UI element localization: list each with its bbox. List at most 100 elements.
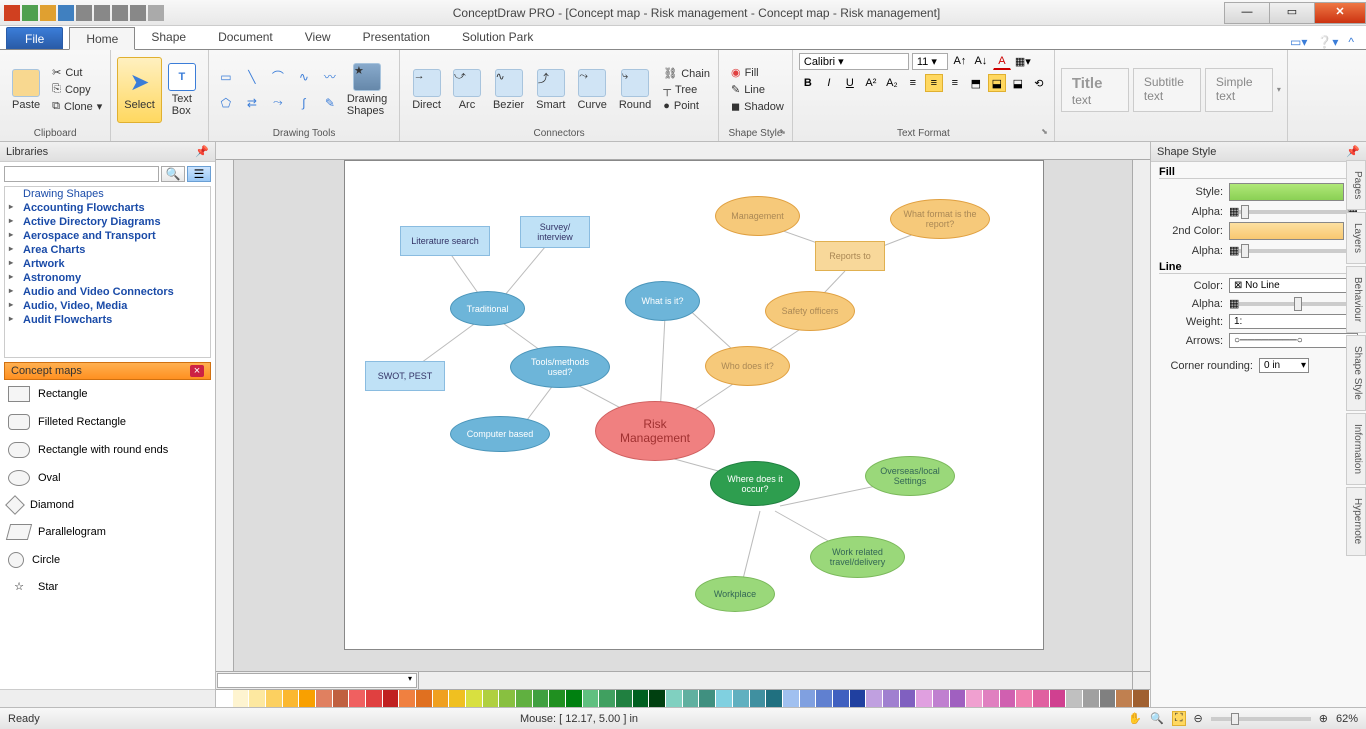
qat-undo-icon[interactable]	[76, 5, 92, 21]
tab-presentation[interactable]: Presentation	[347, 26, 446, 49]
lib-item[interactable]: Aerospace and Transport	[5, 229, 210, 243]
subscript-button[interactable]: A₂	[883, 74, 901, 92]
palette-color[interactable]	[283, 690, 300, 707]
node-survey[interactable]: Survey/ interview	[520, 216, 590, 248]
palette-color[interactable]	[766, 690, 783, 707]
qat-print-icon[interactable]	[112, 5, 128, 21]
paste-button[interactable]: Paste	[6, 57, 46, 123]
palette-color[interactable]	[933, 690, 950, 707]
round-button[interactable]: ⤷Round	[613, 57, 657, 123]
node-overseas[interactable]: Overseas/local Settings	[865, 456, 955, 496]
shrink-font-icon[interactable]: A↓	[972, 52, 990, 70]
font-color-icon[interactable]: A	[993, 52, 1011, 70]
clone-button[interactable]: ⧉Clone▾	[50, 99, 104, 114]
canvas-paper[interactable]: Literature search Survey/ interview Mana…	[344, 160, 1044, 650]
palette-color[interactable]	[816, 690, 833, 707]
lib-item[interactable]: Audio and Video Connectors	[5, 285, 210, 299]
shape-circle[interactable]: Circle	[4, 546, 211, 574]
palette-color[interactable]	[716, 690, 733, 707]
qat-open-icon[interactable]	[40, 5, 56, 21]
palette-color[interactable]	[366, 690, 383, 707]
node-management[interactable]: Management	[715, 196, 800, 236]
palette-color[interactable]	[599, 690, 616, 707]
lib-item[interactable]: Audit Flowcharts	[5, 313, 210, 327]
palette-color[interactable]	[1066, 690, 1083, 707]
tool-pen-icon[interactable]: ✎	[319, 92, 341, 114]
preset-simple[interactable]: Simpletext	[1205, 68, 1273, 112]
node-tools[interactable]: Tools/methods used?	[510, 346, 610, 388]
grow-font-icon[interactable]: A↑	[951, 52, 969, 70]
fit-page-icon[interactable]: ⛶	[1172, 711, 1186, 726]
left-scrollbar[interactable]	[0, 689, 215, 707]
text-direction-icon[interactable]: ⟲	[1030, 74, 1048, 92]
node-format[interactable]: What format is the report?	[890, 199, 990, 239]
palette-color[interactable]	[683, 690, 700, 707]
node-workplace[interactable]: Workplace	[695, 576, 775, 612]
palette-color[interactable]	[266, 690, 283, 707]
node-computer[interactable]: Computer based	[450, 416, 550, 452]
pin-icon[interactable]: 📌	[195, 145, 209, 158]
tool-rect-icon[interactable]: ▭	[215, 66, 237, 88]
expand-icon[interactable]: ⬊	[779, 127, 786, 136]
palette-color[interactable]	[900, 690, 917, 707]
line-button[interactable]: ✎Line	[729, 82, 786, 97]
smart-button[interactable]: ⤴Smart	[530, 57, 571, 123]
palette-color[interactable]	[666, 690, 683, 707]
palette-color[interactable]	[916, 690, 933, 707]
curve-button[interactable]: ⤳Curve	[571, 57, 612, 123]
palette-color[interactable]	[549, 690, 566, 707]
palette-color[interactable]	[616, 690, 633, 707]
preset-subtitle[interactable]: Subtitletext	[1133, 68, 1201, 112]
palette-color[interactable]	[733, 690, 750, 707]
line-arrows-select[interactable]: ○────────○	[1229, 333, 1358, 348]
node-literature[interactable]: Literature search	[400, 226, 490, 256]
second-color-swatch[interactable]	[1229, 222, 1344, 240]
palette-color[interactable]	[583, 690, 600, 707]
palette-color[interactable]	[416, 690, 433, 707]
copy-button[interactable]: ⎘Copy	[50, 82, 104, 97]
palette-color[interactable]	[299, 690, 316, 707]
palette-color[interactable]	[533, 690, 550, 707]
palette-color[interactable]	[1000, 690, 1017, 707]
palette-color[interactable]	[833, 690, 850, 707]
drawing-shapes-button[interactable]: ★Drawing Shapes	[341, 57, 393, 123]
palette-color[interactable]	[783, 690, 800, 707]
bezier-button[interactable]: ∿Bezier	[487, 57, 530, 123]
shape-diamond[interactable]: Diamond	[4, 492, 211, 518]
palette-color[interactable]	[216, 690, 233, 707]
palette-color[interactable]	[850, 690, 867, 707]
preset-title[interactable]: Titletext	[1061, 68, 1129, 112]
fill-alpha-slider[interactable]	[1239, 210, 1347, 214]
direct-button[interactable]: →Direct	[406, 57, 447, 123]
zoom-in-icon[interactable]: ⊕	[1319, 712, 1328, 725]
close-icon[interactable]: ×	[190, 365, 204, 377]
qat-save-icon[interactable]	[58, 5, 74, 21]
sidetab-hypernote[interactable]: Hypernote	[1346, 487, 1366, 555]
palette-color[interactable]	[383, 690, 400, 707]
palette-color[interactable]	[1016, 690, 1033, 707]
palette-color[interactable]	[1050, 690, 1067, 707]
corner-rounding-input[interactable]: 0 in	[1259, 358, 1309, 373]
tab-shape[interactable]: Shape	[135, 26, 202, 49]
library-search-input[interactable]	[4, 166, 159, 182]
palette-color[interactable]	[449, 690, 466, 707]
hand-tool-icon[interactable]: ✋	[1128, 712, 1142, 725]
lib-item[interactable]: Drawing Shapes	[5, 187, 210, 201]
tab-solution-park[interactable]: Solution Park	[446, 26, 549, 49]
qat-cut-icon[interactable]	[130, 5, 146, 21]
sidetab-information[interactable]: Information	[1346, 413, 1366, 485]
arc-button[interactable]: ⤻Arc	[447, 57, 487, 123]
node-risk-management[interactable]: Risk Management	[595, 401, 715, 461]
list-view-icon[interactable]: ☰	[187, 166, 211, 182]
lib-item[interactable]: Active Directory Diagrams	[5, 215, 210, 229]
align-top-icon[interactable]: ⬒	[967, 74, 985, 92]
select-button[interactable]: ➤Select	[117, 57, 162, 123]
palette-color[interactable]	[466, 690, 483, 707]
collapse-ribbon-icon[interactable]: ^	[1348, 35, 1354, 49]
canvas-vscroll[interactable]	[1132, 160, 1150, 671]
zoom-tool-icon[interactable]: 🔍	[1150, 712, 1164, 725]
qat-dropdown-icon[interactable]	[148, 5, 164, 21]
palette-color[interactable]	[950, 690, 967, 707]
minimize-button[interactable]: —	[1224, 2, 1270, 24]
close-button[interactable]: ✕	[1314, 2, 1366, 24]
